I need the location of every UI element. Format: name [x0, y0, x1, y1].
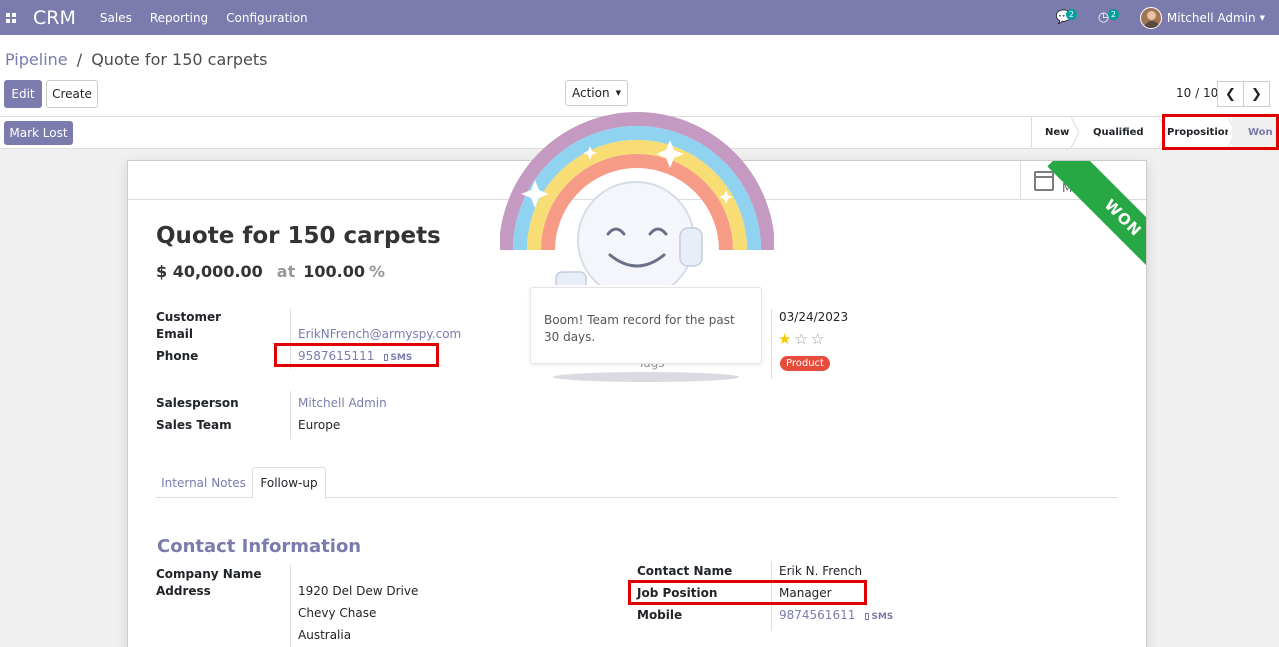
phone-value[interactable]: 9587615111	[298, 349, 374, 363]
job-position-value[interactable]: Manager	[779, 586, 832, 600]
mobile-icon	[865, 613, 870, 620]
menu-configuration[interactable]: Configuration	[226, 11, 307, 25]
salesperson-label: Salesperson	[156, 396, 239, 410]
field-divider	[290, 309, 291, 369]
field-divider	[290, 565, 291, 647]
contact-name-label: Contact Name	[637, 564, 733, 578]
pager-value[interactable]: 10 / 10	[1176, 86, 1218, 100]
caret-down-icon: ▼	[615, 89, 621, 97]
app-brand[interactable]: CRM	[33, 7, 76, 29]
stage-proposition[interactable]: Proposition	[1163, 117, 1236, 148]
job-position-label: Job Position	[637, 586, 718, 600]
expected-revenue[interactable]: $ 40,000.00	[156, 262, 263, 281]
breadcrumb-current: Quote for 150 carpets	[91, 50, 268, 69]
section-title: Contact Information	[157, 536, 362, 557]
star-empty-icon[interactable]: ☆	[794, 332, 807, 347]
mobile-value[interactable]: 9874561611	[779, 608, 855, 622]
mark-lost-button[interactable]: Mark Lost	[4, 121, 73, 145]
user-menu[interactable]: Mitchell Admin	[1167, 11, 1256, 25]
sms-label: SMS	[871, 612, 894, 622]
address-line1[interactable]: 1920 Del Dew Drive	[298, 584, 418, 598]
field-divider	[771, 561, 772, 631]
priority-stars[interactable]: ★ ☆ ☆	[778, 332, 827, 347]
create-button[interactable]: Create	[46, 80, 98, 108]
stage-pipeline: New Qualified Proposition Won	[1031, 117, 1279, 148]
address-label: Address	[156, 584, 211, 598]
sales-team-value[interactable]: Europe	[298, 418, 340, 432]
notebook-tabs: Internal Notes Follow-up	[156, 467, 1118, 499]
sms-button[interactable]: SMS	[865, 612, 893, 622]
sales-team-label: Sales Team	[156, 418, 232, 432]
breadcrumb: Pipeline / Quote for 150 carpets	[5, 50, 267, 69]
stage-qualified[interactable]: Qualified	[1075, 117, 1167, 148]
menu-sales[interactable]: Sales	[100, 11, 132, 25]
field-divider	[771, 309, 772, 379]
action-dropdown[interactable]: Action ▼	[565, 80, 628, 106]
activities-button[interactable]: ◷ 2	[1098, 8, 1120, 28]
customer-label: Customer	[156, 310, 222, 324]
company-name-label: Company Name	[156, 567, 262, 581]
stage-qualified-label: Qualified	[1093, 127, 1144, 138]
control-panel: Pipeline / Quote for 150 carpets Edit Cr…	[0, 35, 1279, 117]
stage-new[interactable]: New	[1032, 117, 1079, 148]
stage-won[interactable]: Won	[1232, 117, 1279, 148]
breadcrumb-pipeline[interactable]: Pipeline	[5, 50, 68, 69]
activities-badge: 2	[1107, 8, 1119, 20]
star-filled-icon[interactable]: ★	[778, 332, 791, 347]
rainbow-shadow	[553, 372, 739, 382]
field-divider	[290, 391, 291, 439]
rainbow-message: Boom! Team record for the past 30 days.	[530, 287, 762, 364]
probability-unit: %	[369, 262, 386, 281]
main-menu: Sales Reporting Configuration	[100, 11, 326, 25]
calendar-icon	[1034, 170, 1054, 191]
revenue-line: $ 40,000.00 at 100.00 %	[156, 262, 385, 281]
systray: 💬 2 ◷ 2 Mitchell Admin ▼	[1056, 0, 1279, 35]
stage-new-label: New	[1045, 127, 1070, 138]
mobile-label: Mobile	[637, 608, 683, 622]
phone-label: Phone	[156, 349, 199, 363]
address-line2[interactable]: Chevy Chase	[298, 606, 376, 620]
email-label: Email	[156, 327, 194, 341]
opportunity-title[interactable]: Quote for 150 carpets	[156, 223, 441, 249]
contact-name-value[interactable]: Erik N. French	[779, 564, 862, 578]
edit-button[interactable]: Edit	[4, 80, 42, 108]
menu-reporting[interactable]: Reporting	[150, 11, 208, 25]
stage-won-label: Won	[1248, 127, 1273, 138]
email-value[interactable]: ErikNFrench@armyspy.com	[298, 327, 461, 341]
user-avatar[interactable]	[1139, 6, 1162, 29]
pager-next-button[interactable]: ❯	[1243, 81, 1270, 107]
salesperson-value[interactable]: Mitchell Admin	[298, 396, 387, 410]
action-label: Action	[572, 86, 610, 100]
tab-follow-up[interactable]: Follow-up	[252, 467, 326, 499]
stage-proposition-label: Proposition	[1167, 127, 1232, 138]
tag-badge[interactable]: Product	[780, 356, 830, 371]
deadline-value[interactable]: 03/24/2023	[779, 310, 848, 324]
tab-internal-notes[interactable]: Internal Notes	[156, 467, 251, 498]
rainbow-smiley-icon[interactable]	[500, 110, 774, 285]
star-empty-icon[interactable]: ☆	[811, 332, 824, 347]
address-line3[interactable]: Australia	[298, 628, 351, 642]
mobile-field[interactable]: 9874561611 SMS	[779, 608, 893, 622]
pager-previous-button[interactable]: ❮	[1217, 81, 1244, 107]
phone-field[interactable]: 9587615111 SMS	[298, 349, 412, 363]
mobile-icon	[384, 354, 389, 361]
at-label: at	[276, 262, 296, 281]
sms-button[interactable]: SMS	[384, 353, 412, 363]
messages-button[interactable]: 💬 2	[1056, 8, 1078, 28]
chevron-down-icon[interactable]: ▼	[1260, 14, 1265, 22]
messages-badge: 2	[1065, 8, 1077, 20]
top-navbar: CRM Sales Reporting Configuration 💬 2 ◷ …	[0, 0, 1279, 35]
breadcrumb-separator: /	[76, 50, 83, 69]
probability[interactable]: 100.00	[303, 262, 365, 281]
apps-grid-icon[interactable]	[0, 0, 22, 35]
sms-label: SMS	[390, 353, 413, 363]
